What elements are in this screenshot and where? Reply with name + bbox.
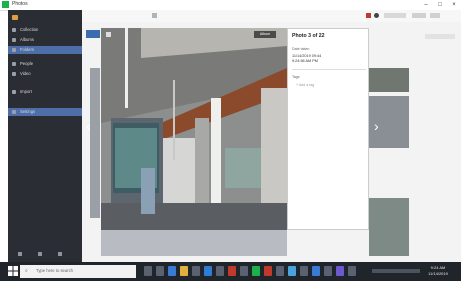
account-icon[interactable]: [374, 13, 379, 18]
share-icon[interactable]: [106, 32, 111, 37]
close-viewer-button[interactable]: ×: [360, 17, 368, 25]
sidebar-item-label: Settings: [20, 109, 36, 114]
account-avatar[interactable]: [12, 15, 18, 20]
store-icon[interactable]: [192, 266, 200, 276]
album-icon: [12, 38, 16, 42]
sidebar-item-label: Folders: [20, 47, 34, 52]
sidebar-item-label: Collection: [20, 27, 39, 32]
minimize-button[interactable]: –: [419, 0, 433, 10]
sidebar-item-video[interactable]: Video: [8, 70, 82, 78]
more-button[interactable]: [430, 13, 440, 18]
taskbar-app-icon[interactable]: [300, 266, 308, 276]
filmstrip[interactable]: [101, 230, 287, 256]
file-explorer-icon[interactable]: [180, 266, 188, 276]
taskbar-app-icon[interactable]: [216, 266, 224, 276]
video-icon: [12, 72, 16, 76]
sidebar-item-label: People: [20, 61, 34, 66]
taskbar-search-input[interactable]: ⌕ Type here to search: [20, 265, 136, 278]
sidebar-item-collection[interactable]: Collection: [8, 26, 82, 34]
gallery-label: [425, 34, 455, 39]
gallery-thumbnail[interactable]: [369, 68, 409, 92]
sidebar-item-folders[interactable]: Folders: [8, 46, 82, 54]
sidebar-item-label: Video: [20, 71, 31, 76]
sidebar-item-label: Import: [20, 89, 32, 94]
edge-icon[interactable]: [168, 266, 176, 276]
sidebar-item-people[interactable]: People: [8, 60, 82, 68]
windows-start-icon[interactable]: [8, 266, 18, 276]
sidebar-bottom-icon[interactable]: [58, 252, 62, 256]
taskbar-app-icon[interactable]: [276, 266, 284, 276]
next-photo-button[interactable]: ›: [374, 118, 379, 134]
settings-icon: [12, 110, 16, 114]
search-icon[interactable]: [152, 13, 157, 18]
sidebar-bottom-icon[interactable]: [18, 252, 22, 256]
add-tag-input[interactable]: + Add a tag: [296, 83, 314, 87]
taskbar: ⌕ Type here to search 9:24 AM 11/14/2019: [0, 262, 461, 281]
system-tray-icons[interactable]: [372, 269, 420, 273]
info-title: Photo 3 of 22: [292, 33, 325, 39]
maximize-button[interactable]: □: [433, 0, 447, 10]
search-placeholder: Type here to search: [36, 268, 74, 273]
taskbar-app-icon[interactable]: [264, 266, 272, 276]
mail-icon[interactable]: [204, 266, 212, 276]
sidebar-item-label: Albums: [20, 37, 34, 42]
taskbar-clock[interactable]: 9:24 AM 11/14/2019: [424, 265, 452, 277]
close-window-button[interactable]: ×: [447, 0, 461, 10]
photos-app-icon: [2, 1, 9, 8]
task-view-icon[interactable]: [144, 266, 152, 276]
taskbar-app-icon[interactable]: [288, 266, 296, 276]
taskbar-app-icon[interactable]: [252, 266, 260, 276]
search-icon: ⌕: [25, 268, 28, 274]
photos-taskbar-icon[interactable]: [312, 266, 320, 276]
sidebar-item-settings[interactable]: Settings: [8, 108, 82, 116]
taskbar-app-icon[interactable]: [240, 266, 248, 276]
photo-icon: [12, 28, 16, 32]
date-label: Date taken: [292, 47, 310, 51]
gallery-thumbnail[interactable]: [86, 30, 100, 38]
sidebar-item-albums[interactable]: Albums: [8, 36, 82, 44]
folder-icon: [12, 48, 16, 52]
sidebar: Collection Albums Folders People Video I…: [8, 10, 82, 262]
gallery-thumbnail[interactable]: [90, 68, 100, 218]
taskbar-app-icon[interactable]: [228, 266, 236, 276]
album-button[interactable]: Album: [254, 31, 276, 38]
taskbar-app-icon[interactable]: [336, 266, 344, 276]
import-icon: [12, 90, 16, 94]
previous-photo-button[interactable]: ‹: [86, 118, 91, 134]
taskbar-app-icon[interactable]: [156, 266, 164, 276]
taskbar-app-icon[interactable]: [348, 266, 356, 276]
taskbar-app-icon[interactable]: [324, 266, 332, 276]
gallery-toolbar: [82, 10, 461, 22]
tags-label: Tags: [292, 75, 300, 79]
people-icon: [12, 62, 16, 66]
date-value[interactable]: 11/14/2019 09:44: [292, 54, 321, 58]
photo-image: [101, 28, 287, 230]
info-panel: Photo 3 of 22 Date taken 11/14/2019 09:4…: [287, 28, 369, 230]
photo-view[interactable]: [101, 28, 287, 230]
sidebar-bottom-icon[interactable]: [38, 252, 42, 256]
toolbar-text: [384, 13, 406, 18]
sidebar-header[interactable]: [8, 13, 82, 22]
window-title: Photos: [12, 1, 28, 7]
gallery-thumbnail[interactable]: [369, 198, 409, 256]
sidebar-item-import[interactable]: Import: [8, 88, 82, 96]
clock-date: 11/14/2019: [428, 271, 448, 276]
divider: [292, 69, 366, 70]
time-value[interactable]: 9:24:56 AM PM: [292, 59, 318, 63]
toolbar-select-button[interactable]: [412, 13, 426, 18]
